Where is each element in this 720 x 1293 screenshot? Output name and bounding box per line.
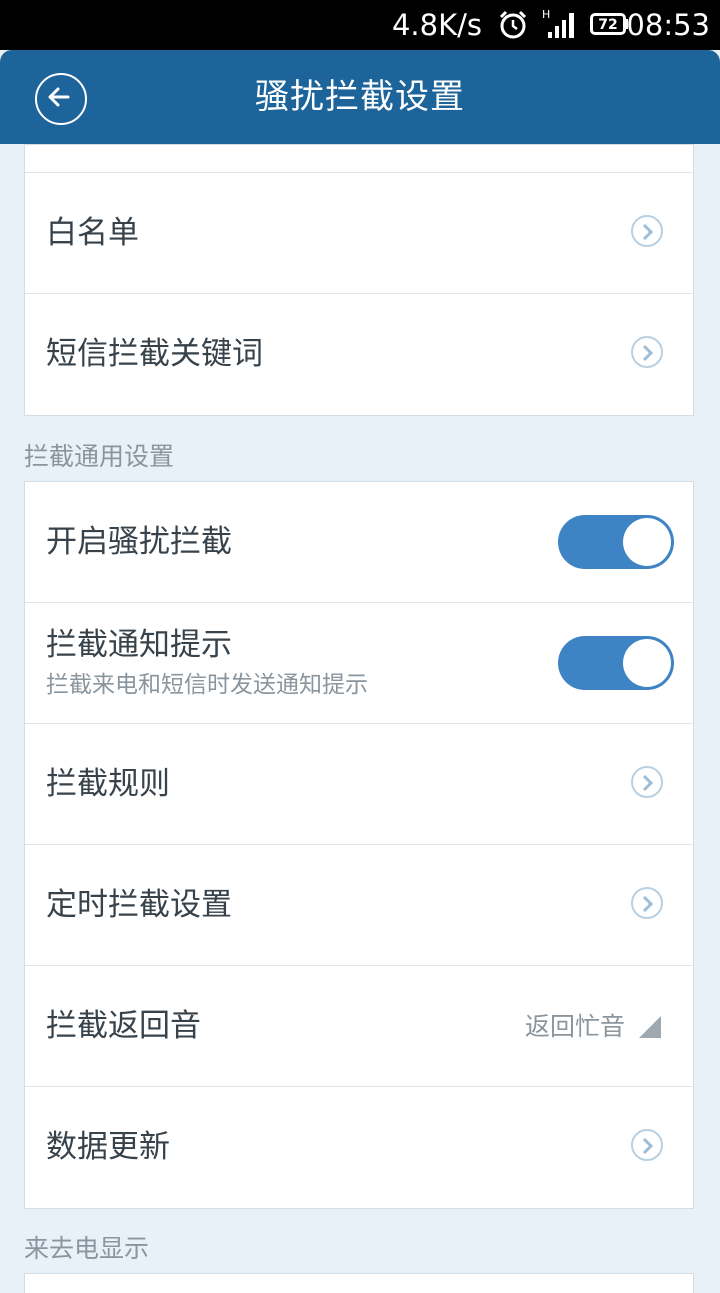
toggle-knob (623, 518, 671, 566)
list-item-label: 白名单 (46, 215, 139, 251)
dropdown-triangle-icon[interactable] (639, 1016, 661, 1038)
battery-icon: 72 (590, 13, 626, 35)
list-item-sms-keywords[interactable]: 短信拦截关键词 (25, 294, 693, 415)
list-item-return-tone[interactable]: 拦截返回音 返回忙音 (25, 966, 693, 1087)
alarm-clock-icon (499, 10, 527, 39)
list-item-hidden[interactable] (25, 145, 693, 173)
list-card-general: 开启骚扰拦截 拦截通知提示 拦截来电和短信时发送通知提示 拦截规则 定时拦截设置… (24, 481, 694, 1209)
list-item-block-rules[interactable]: 拦截规则 (25, 724, 693, 845)
list-card-top: 白名单 短信拦截关键词 (24, 144, 694, 416)
signal-strength-icon: H (542, 8, 574, 38)
list-item-label: 拦截通知提示 (46, 627, 232, 663)
section-header-general: 拦截通用设置 (24, 442, 175, 471)
section-header-call-display: 来去电显示 (24, 1234, 150, 1263)
battery-level: 72 (598, 17, 618, 33)
network-speed: 4.8K/s (391, 8, 482, 42)
list-item-label: 数据更新 (46, 1129, 170, 1165)
list-card-call-display (24, 1273, 694, 1293)
list-item-block-notification[interactable]: 拦截通知提示 拦截来电和短信时发送通知提示 (25, 603, 693, 724)
list-item-enable-blocking[interactable]: 开启骚扰拦截 (25, 482, 693, 603)
chevron-right-icon (631, 215, 663, 247)
enable-blocking-toggle[interactable] (558, 515, 674, 569)
clock-time: 08:53 (626, 8, 710, 42)
chevron-right-icon (631, 1129, 663, 1161)
list-item-label: 开启骚扰拦截 (46, 524, 232, 560)
list-item-data-update[interactable]: 数据更新 (25, 1087, 693, 1208)
list-item-sublabel: 拦截来电和短信时发送通知提示 (46, 672, 368, 698)
chevron-right-icon (631, 766, 663, 798)
list-item-label: 拦截规则 (46, 766, 170, 802)
return-tone-value[interactable]: 返回忙音 (525, 966, 625, 1087)
list-item-scheduled-blocking[interactable]: 定时拦截设置 (25, 845, 693, 966)
list-item-label: 定时拦截设置 (46, 887, 232, 923)
page-title: 骚扰拦截设置 (255, 77, 465, 117)
chevron-right-icon (631, 336, 663, 368)
list-item-label: 短信拦截关键词 (46, 336, 263, 372)
app-header: 骚扰拦截设置 (0, 50, 720, 144)
svg-text:H: H (542, 8, 550, 21)
list-item-whitelist[interactable]: 白名单 (25, 173, 693, 294)
list-item-label: 拦截返回音 (46, 1008, 201, 1044)
chevron-right-icon (631, 887, 663, 919)
block-notification-toggle[interactable] (558, 636, 674, 690)
toggle-knob (623, 639, 671, 687)
status-bar: 4.8K/s H 72 08:53 (0, 0, 720, 50)
